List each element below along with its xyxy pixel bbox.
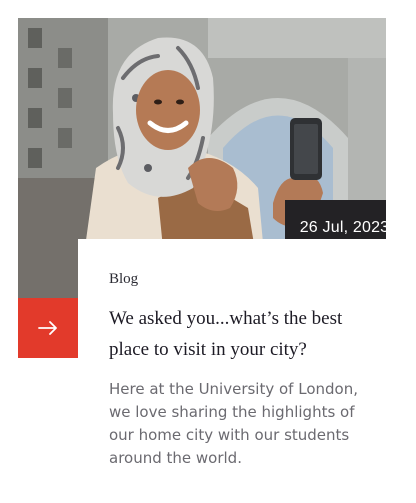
post-excerpt: Here at the University of London, we lov…	[109, 380, 358, 467]
post-title[interactable]: We asked you...what’s the best place to …	[109, 303, 369, 365]
arrow-right-icon	[38, 321, 57, 335]
read-more-arrow-button[interactable]	[18, 298, 78, 358]
blog-card[interactable]: 26 Jul, 2023 Blog We asked you...what’s …	[0, 0, 416, 503]
post-category-label: Blog	[109, 271, 139, 287]
